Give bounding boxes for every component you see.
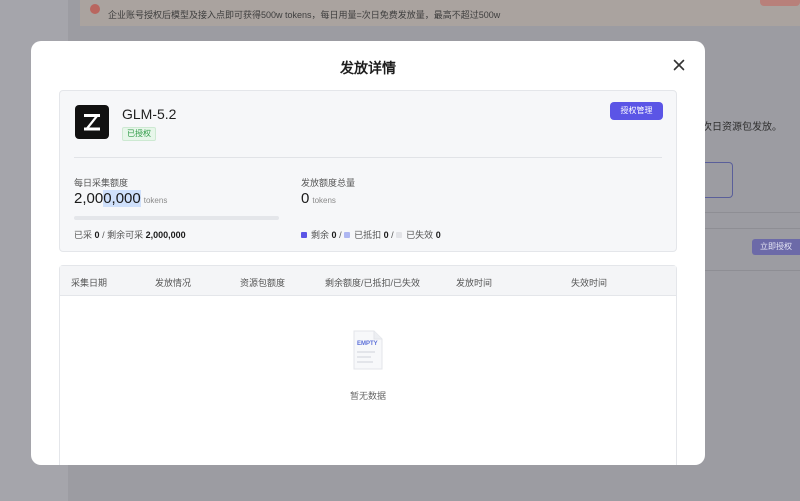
model-name: GLM-5.2 [122, 106, 177, 122]
background-notice-banner: 企业账号授权后模型及接入点即可获得500w tokens，每日用量=次日免费发放… [80, 0, 800, 26]
column-issuance-status: 发放情况 [155, 278, 192, 288]
legend-remaining-value: 0 [331, 230, 337, 240]
issued-total-value: 0 tokens [301, 190, 336, 207]
column-collection-date: 采集日期 [71, 278, 108, 288]
legend-remaining-label: 剩余 [311, 230, 330, 240]
modal-title: 发放详情 [340, 60, 396, 76]
legend-expired-swatch [396, 232, 403, 238]
collection-progress-bar [74, 216, 279, 220]
legend-deducted-swatch [344, 232, 351, 238]
authorization-manage-button[interactable]: 授权管理 [610, 102, 663, 120]
legend-expired-value: 0 [435, 230, 441, 240]
daily-quota-value-selected: 0,000 [103, 190, 141, 207]
background-authorize-button: 立即授权 [752, 239, 800, 255]
background-divider [702, 270, 800, 271]
column-remaining-deducted-expired: 剩余额度/已抵扣/已失效 [325, 278, 421, 288]
background-divider [702, 228, 800, 229]
column-issuance-time: 发放时间 [456, 278, 493, 288]
legend-deducted-label: 已抵扣 [354, 230, 382, 240]
remaining-value: 2,000,000 [145, 230, 186, 240]
daily-quota-label: 每日采集额度 [74, 178, 129, 188]
remaining-label: 剩余可采 [107, 230, 144, 240]
empty-data-text: 暂无数据 [349, 391, 386, 401]
card-divider [74, 157, 662, 158]
collected-label: 已采 [74, 230, 93, 240]
notice-text: 企业账号授权后模型及接入点即可获得500w tokens，每日用量=次日免费发放… [108, 10, 501, 20]
issuance-table: 采集日期 发放情况 资源包额度 剩余额度/已抵扣/已失效 发放时间 失效时间 E… [59, 265, 677, 465]
legend-expired-label: 已失效 [406, 230, 434, 240]
authorized-badge: 已授权 [122, 127, 156, 141]
legend-deducted-value: 0 [383, 230, 389, 240]
background-input [702, 162, 733, 198]
daily-quota-value-part: 2,00 [74, 190, 104, 207]
legend-remaining-swatch [301, 232, 307, 238]
model-logo [75, 105, 109, 139]
table-header: 采集日期 发放情况 资源包额度 剩余额度/已抵扣/已失效 发放时间 失效时间 [60, 266, 676, 296]
daily-quota-unit: tokens [143, 196, 168, 205]
issuance-details-modal: 发放详情 GLM-5.2 已授权 授权管理 每日采集额度 2,000,000 to… [31, 41, 705, 465]
collected-value: 0 [94, 230, 100, 240]
column-expiry-time: 失效时间 [571, 278, 608, 288]
empty-data-icon: EMPTY [352, 330, 384, 370]
empty-icon-label: EMPTY [357, 341, 378, 347]
issued-total-number: 0 [301, 190, 310, 207]
model-info-card: GLM-5.2 已授权 授权管理 每日采集额度 2,000,000 tokens … [59, 90, 677, 252]
column-package-quota: 资源包额度 [240, 278, 286, 288]
issued-legend: 剩余 0 / 已抵扣 0 / 已失效 0 [301, 228, 441, 241]
background-divider [702, 212, 800, 213]
collection-summary: 已采 0 / 剩余可采 2,000,000 [74, 228, 186, 241]
daily-quota-value: 2,000,000 tokens [74, 190, 167, 207]
notice-action [760, 0, 800, 6]
issued-total-unit: tokens [312, 196, 336, 205]
issued-total-label: 发放额度总量 [301, 178, 356, 188]
warning-icon [90, 4, 100, 14]
close-icon[interactable] [671, 57, 687, 73]
background-description: 次日资源包发放。 [702, 122, 782, 133]
